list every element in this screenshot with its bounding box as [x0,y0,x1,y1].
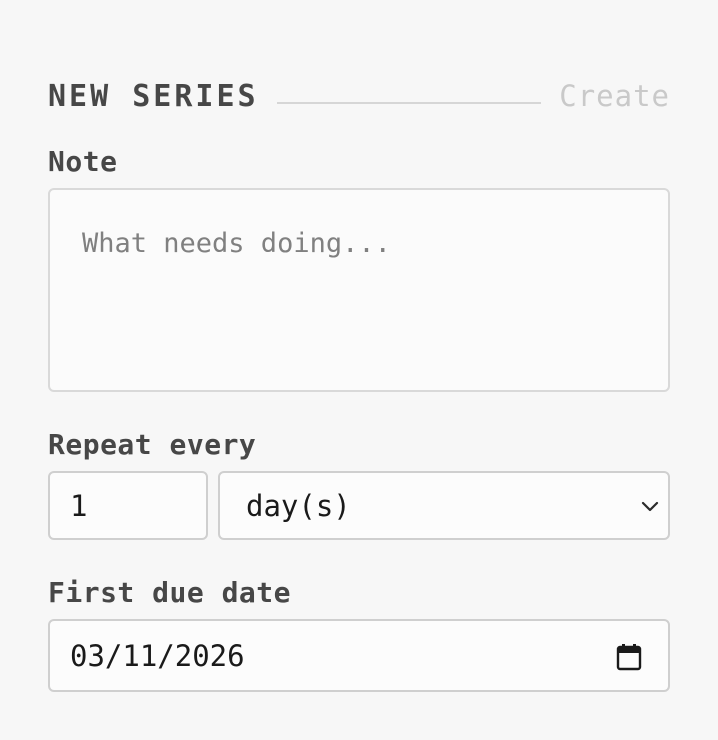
repeat-count-input[interactable]: 1 [48,471,208,540]
note-textarea[interactable]: What needs doing... [48,188,670,392]
note-label: Note [48,145,118,178]
section-divider [276,101,542,104]
due-date-label: First due date [48,576,292,609]
repeat-unit-value: day(s) [246,488,351,523]
create-button[interactable]: Create [559,79,670,113]
repeat-label: Repeat every [48,428,257,461]
due-date-value: 03/11/2026 [70,638,245,673]
chevron-down-icon [641,501,659,512]
calendar-icon[interactable] [616,643,642,671]
due-date-input[interactable]: 03/11/2026 [48,619,670,692]
note-placeholder: What needs doing... [82,228,391,259]
section-title: NEW SERIES [48,78,259,114]
repeat-unit-select[interactable]: day(s) [218,471,670,540]
section-header: NEW SERIES Create [48,76,670,116]
repeat-count-value: 1 [70,488,88,523]
